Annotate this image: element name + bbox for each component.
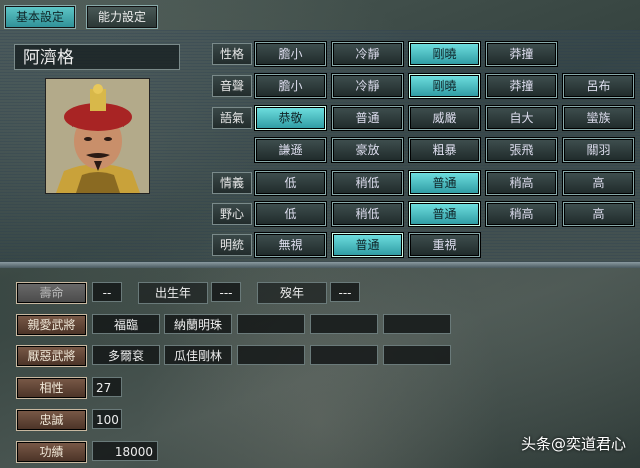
option-button[interactable]: 低 — [255, 171, 326, 195]
option-button[interactable]: 剛曉 — [409, 42, 480, 66]
watermark: 头条@奕道君心 — [520, 435, 626, 453]
beloved-officer-slot[interactable] — [237, 314, 305, 334]
row-label: 音聲 — [212, 75, 252, 97]
option-button[interactable]: 普通 — [332, 106, 403, 130]
officer-portrait — [45, 78, 150, 194]
option-button[interactable]: 莽撞 — [486, 74, 557, 98]
hated-officer-slot[interactable] — [383, 345, 451, 365]
lifespan-value: -- — [92, 282, 122, 302]
row-label: 性格 — [212, 43, 252, 65]
option-button[interactable]: 普通 — [409, 171, 480, 195]
beloved-officer-slot[interactable]: 福臨 — [92, 314, 160, 334]
option-button[interactable]: 高 — [563, 171, 634, 195]
loyalty-value[interactable]: 100 — [92, 409, 122, 429]
option-button[interactable]: 冷靜 — [332, 42, 403, 66]
option-button[interactable]: 重視 — [409, 233, 480, 257]
row-label: 語氣 — [212, 107, 252, 129]
option-button[interactable]: 張飛 — [486, 138, 557, 162]
row-label: 野心 — [212, 203, 252, 225]
option-button[interactable]: 豪放 — [332, 138, 403, 162]
option-button[interactable]: 剛曉 — [409, 74, 480, 98]
option-button[interactable]: 普通 — [332, 233, 403, 257]
option-button[interactable]: 恭敬 — [255, 106, 326, 130]
option-button[interactable]: 稍低 — [332, 202, 403, 226]
tab-ability-settings[interactable]: 能力設定 — [86, 5, 158, 29]
beloved-officer-slot[interactable] — [310, 314, 378, 334]
option-button[interactable]: 謙遜 — [255, 138, 326, 162]
merit-value[interactable]: 18000 — [92, 441, 158, 461]
option-button[interactable]: 稍低 — [332, 171, 403, 195]
hated-officer-slot[interactable]: 瓜佳剛林 — [164, 345, 232, 365]
option-button[interactable]: 無視 — [255, 233, 326, 257]
beloved-officer-slot[interactable] — [383, 314, 451, 334]
option-button[interactable]: 膽小 — [255, 42, 326, 66]
beloved-officers-button[interactable]: 親愛武將 — [16, 314, 87, 336]
beloved-officer-slot[interactable]: 納蘭明珠 — [164, 314, 232, 334]
option-button[interactable]: 威嚴 — [409, 106, 480, 130]
option-button[interactable]: 呂布 — [563, 74, 634, 98]
officer-name: 阿濟格 — [14, 44, 180, 70]
hated-officer-slot[interactable]: 多爾袞 — [92, 345, 160, 365]
hated-officer-slot[interactable] — [310, 345, 378, 365]
option-button[interactable]: 稍高 — [486, 171, 557, 195]
merit-button[interactable]: 功績 — [16, 441, 87, 463]
row-label: 明統 — [212, 234, 252, 256]
option-button[interactable]: 粗暴 — [409, 138, 480, 162]
birth-year-value: --- — [211, 282, 241, 302]
option-button[interactable]: 蠻族 — [563, 106, 634, 130]
tab-basic-settings[interactable]: 基本設定 — [4, 5, 76, 29]
option-button[interactable]: 普通 — [409, 202, 480, 226]
option-button[interactable]: 自大 — [486, 106, 557, 130]
death-year-label: 歿年 — [257, 282, 327, 304]
hated-officer-slot[interactable] — [237, 345, 305, 365]
compatibility-button[interactable]: 相性 — [16, 377, 87, 399]
compatibility-value[interactable]: 27 — [92, 377, 122, 397]
lifespan-button[interactable]: 壽命 — [16, 282, 87, 304]
option-button[interactable]: 低 — [255, 202, 326, 226]
birth-year-label: 出生年 — [138, 282, 208, 304]
death-year-value: --- — [330, 282, 360, 302]
option-button[interactable]: 莽撞 — [486, 42, 557, 66]
loyalty-button[interactable]: 忠誠 — [16, 409, 87, 431]
row-label: 情義 — [212, 172, 252, 194]
hated-officers-button[interactable]: 厭惡武將 — [16, 345, 87, 367]
option-button[interactable]: 關羽 — [563, 138, 634, 162]
option-button[interactable]: 稍高 — [486, 202, 557, 226]
option-button[interactable]: 高 — [563, 202, 634, 226]
option-button[interactable]: 膽小 — [255, 74, 326, 98]
option-button[interactable]: 冷靜 — [332, 74, 403, 98]
panel-divider — [0, 262, 640, 268]
